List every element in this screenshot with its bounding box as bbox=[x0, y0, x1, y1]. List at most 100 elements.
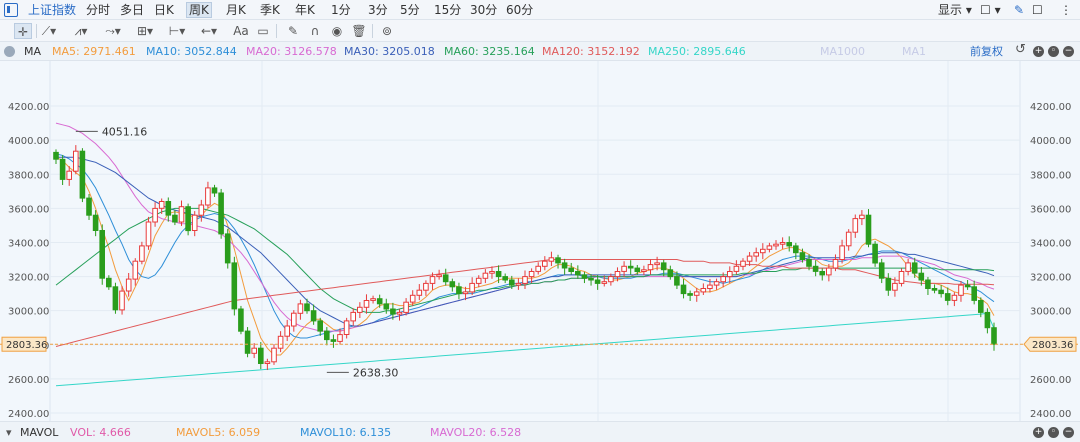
annotation-label: 2638.30 bbox=[353, 366, 399, 379]
candle-body bbox=[872, 243, 878, 264]
period-1min[interactable]: 1分 bbox=[329, 2, 353, 18]
candle-body bbox=[634, 267, 641, 273]
candle-body bbox=[898, 271, 905, 284]
candle-body bbox=[277, 335, 284, 349]
eye-icon[interactable]: ◉ bbox=[328, 23, 346, 39]
candle-body bbox=[423, 282, 429, 291]
candle-body bbox=[773, 243, 779, 247]
y-tick-label: 2400.00 bbox=[8, 409, 49, 420]
collapse-icon[interactable] bbox=[4, 46, 15, 57]
period-60min[interactable]: 60分 bbox=[504, 2, 535, 18]
legend-ma10: MA10: 3052.844 bbox=[146, 45, 237, 58]
checkbox-icon[interactable]: ☐ ▾ bbox=[978, 2, 1003, 18]
checkbox-icon-2[interactable]: ☐ bbox=[1030, 2, 1045, 18]
candle-body bbox=[991, 327, 997, 345]
period-multiday[interactable]: 多日 bbox=[118, 2, 146, 18]
candle-body bbox=[746, 255, 753, 262]
annotations: 2803.36 2803.36 4051.16 2638.30 bbox=[0, 125, 1080, 379]
legend-mavol20: MAVOL20: 6.528 bbox=[430, 426, 522, 439]
candle-body bbox=[707, 284, 713, 290]
candle-body bbox=[297, 303, 304, 314]
kline-chart[interactable]: 4200.00 4000.00 3800.00 3600.00 3400.00 3200.… bbox=[0, 61, 1080, 421]
period-monthly[interactable]: 月K bbox=[224, 2, 248, 18]
legend-ma30: MA30: 3205.018 bbox=[344, 45, 435, 58]
period-yearly[interactable]: 年K bbox=[293, 2, 317, 18]
candle-body bbox=[509, 279, 515, 286]
period-15min[interactable]: 15分 bbox=[432, 2, 463, 18]
candle-body bbox=[357, 306, 363, 313]
candle-body bbox=[271, 347, 277, 363]
fib-icon[interactable]: ⊞▾ bbox=[136, 23, 154, 39]
expand-icon[interactable]: ▾ bbox=[6, 426, 12, 439]
panel-toggle-icon[interactable] bbox=[4, 3, 18, 17]
adjust-label[interactable]: 前复权 bbox=[970, 45, 1003, 58]
refresh-icon[interactable]: ↺ bbox=[1015, 43, 1026, 56]
candle-body bbox=[416, 289, 423, 296]
add-icon[interactable]: + bbox=[1033, 427, 1044, 438]
pen-icon[interactable]: ✎ bbox=[1012, 2, 1026, 18]
more-icon[interactable]: ⋮ bbox=[1058, 2, 1074, 18]
y-tick-label: 2600.00 bbox=[8, 375, 49, 386]
magnet-icon[interactable]: ∩ bbox=[306, 23, 324, 39]
candle-body bbox=[561, 262, 568, 269]
candle-body bbox=[601, 281, 608, 284]
period-weekly[interactable]: 周K bbox=[186, 2, 212, 18]
candle-body bbox=[343, 320, 350, 335]
y-tick-label: 2600.00 bbox=[1030, 375, 1071, 386]
text-icon[interactable]: Aa bbox=[232, 23, 250, 39]
period-quarterly[interactable]: 季K bbox=[258, 2, 282, 18]
arrow-icon[interactable]: ←▾ bbox=[200, 23, 218, 39]
candle-body bbox=[442, 274, 449, 283]
candle-body bbox=[449, 281, 456, 288]
line-tool-icon[interactable]: ⟋▾ bbox=[40, 23, 58, 39]
candle-body bbox=[211, 187, 218, 194]
grid bbox=[49, 61, 1021, 421]
candle-body bbox=[647, 264, 654, 271]
candle-body bbox=[964, 284, 971, 288]
candle-body bbox=[588, 277, 594, 281]
y-tick-label: 2400.00 bbox=[1030, 409, 1071, 420]
candle-body bbox=[258, 347, 264, 365]
add-icon[interactable]: + bbox=[1033, 46, 1044, 57]
period-3min[interactable]: 3分 bbox=[366, 2, 390, 18]
kline-chart-area[interactable]: 4200.00 4000.00 3800.00 3600.00 3400.00 3200.… bbox=[0, 61, 1080, 421]
candle-body bbox=[733, 265, 740, 272]
settings-icon[interactable]: ◦ bbox=[1048, 427, 1059, 438]
candle-body bbox=[905, 262, 911, 272]
ma-legend: MA MA5: 2971.461 MA10: 3052.844 MA20: 31… bbox=[0, 42, 1080, 61]
period-30min[interactable]: 30分 bbox=[468, 2, 499, 18]
y-tick-label: 3000.00 bbox=[1030, 307, 1071, 318]
legend-ma5: MA5: 2971.461 bbox=[52, 45, 136, 58]
multi-line-icon[interactable]: ⩘▾ bbox=[72, 23, 90, 39]
trash-icon[interactable]: 🗑 bbox=[350, 23, 368, 39]
y-tick-label: 4000.00 bbox=[8, 136, 49, 147]
period-daily[interactable]: 日K bbox=[152, 2, 176, 18]
candle-body bbox=[337, 334, 343, 342]
legend-ma1: MA1 bbox=[902, 45, 927, 58]
y-tick-label: 3600.00 bbox=[8, 204, 49, 215]
candle-body bbox=[727, 271, 733, 278]
y-tick-label: 3400.00 bbox=[8, 238, 49, 249]
period-5min[interactable]: 5分 bbox=[398, 2, 422, 18]
comment-icon[interactable]: ▭ bbox=[254, 23, 272, 39]
y-tick-label: 3200.00 bbox=[8, 273, 49, 284]
remove-icon[interactable]: − bbox=[1063, 46, 1074, 57]
period-intraday[interactable]: 分时 bbox=[84, 2, 112, 18]
y-axis-left: 4200.00 4000.00 3800.00 3600.00 3400.00 3200.… bbox=[8, 102, 49, 420]
interval-icon[interactable]: ⊢▾ bbox=[168, 23, 186, 39]
candle-body bbox=[608, 276, 614, 283]
display-menu[interactable]: 显示 ▾ bbox=[936, 2, 974, 18]
path-icon[interactable]: ⤳▾ bbox=[104, 23, 122, 39]
index-name[interactable]: 上证指数 bbox=[26, 2, 78, 18]
candle-body bbox=[218, 192, 224, 235]
brush-icon[interactable]: ✎ bbox=[284, 23, 302, 39]
link-icon[interactable]: ⊚ bbox=[378, 23, 396, 39]
drawing-toolbar: ✛ ⟋▾ ⩘▾ ⤳▾ ⊞▾ ⊢▾ ←▾ Aa ▭ ✎ ∩ ◉ 🗑 ⊚ bbox=[0, 20, 1080, 42]
candle-body bbox=[660, 262, 667, 271]
crosshair-icon[interactable]: ✛ bbox=[14, 23, 32, 39]
display-label: 显示 bbox=[938, 3, 963, 17]
remove-icon[interactable]: − bbox=[1063, 427, 1074, 438]
settings-icon[interactable]: ◦ bbox=[1048, 46, 1059, 57]
candle-body bbox=[812, 265, 819, 272]
candle-body bbox=[304, 303, 310, 312]
